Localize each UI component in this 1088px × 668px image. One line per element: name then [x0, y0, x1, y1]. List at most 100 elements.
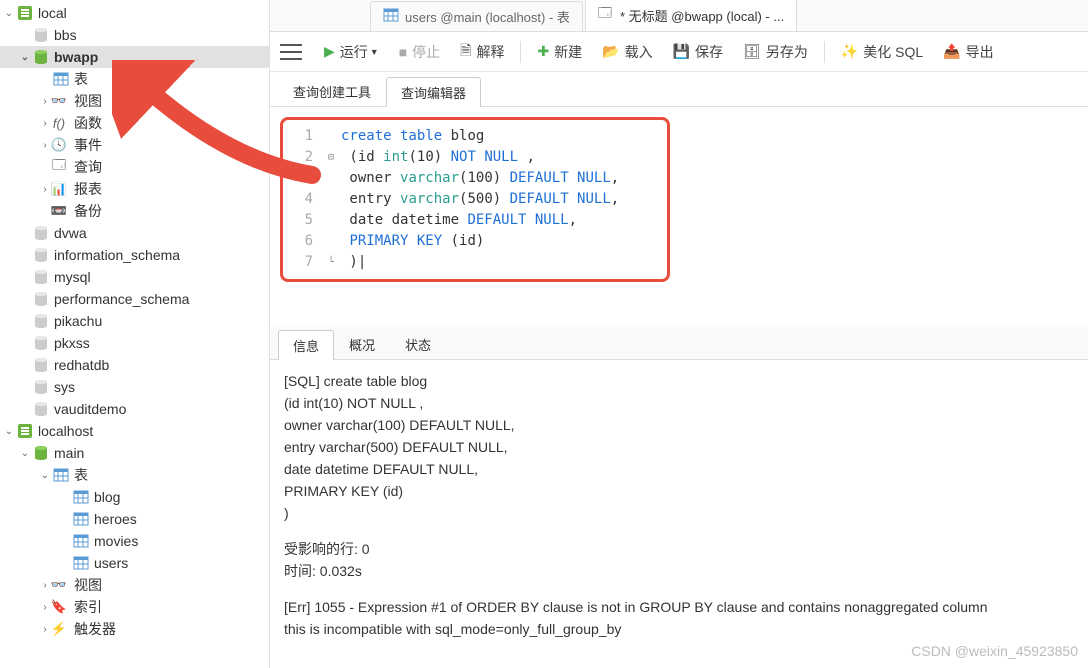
line-number: 2: [289, 147, 313, 168]
expand-caret-icon[interactable]: ›: [38, 96, 52, 107]
expand-caret-icon[interactable]: ›: [38, 580, 52, 591]
tree-item-tables-bwapp[interactable]: 表: [0, 68, 269, 90]
tree-item-db-bwapp[interactable]: ⌄bwapp: [0, 46, 269, 68]
saveas-button[interactable]: 🗄另存为: [735, 38, 816, 66]
code-line[interactable]: 1create table blog: [289, 126, 661, 147]
code-line[interactable]: 4 entry varchar(500) DEFAULT NULL,: [289, 189, 661, 210]
tree-item-backup-bwapp[interactable]: 📼备份: [0, 200, 269, 222]
tree-item-db-vauditdemo[interactable]: vauditdemo: [0, 398, 269, 420]
expand-caret-icon[interactable]: ⌄: [18, 448, 32, 459]
tab-status[interactable]: 状态: [390, 329, 446, 359]
tree-label: local: [38, 5, 67, 21]
fold-icon[interactable]: [325, 126, 337, 147]
play-icon: ▶: [324, 43, 335, 60]
run-button[interactable]: ▶运行 ▼: [316, 38, 387, 66]
saveas-icon: 🗄: [743, 43, 761, 60]
tree-item-db-bbs[interactable]: bbs: [0, 24, 269, 46]
hamburger-icon[interactable]: [280, 44, 302, 60]
tree-item-table-movies[interactable]: movies: [0, 530, 269, 552]
tab-summary[interactable]: 概况: [334, 329, 390, 359]
table-icon: [73, 489, 89, 505]
line-number: 1: [289, 126, 313, 147]
fold-icon[interactable]: [325, 210, 337, 231]
tree-item-db-pkxss[interactable]: pkxss: [0, 332, 269, 354]
tree-item-db-performance_schema[interactable]: performance_schema: [0, 288, 269, 310]
expand-caret-icon[interactable]: ›: [38, 140, 52, 151]
database-icon: [33, 401, 49, 417]
table-icon: [73, 555, 89, 571]
tree-item-queries-bwapp[interactable]: 🗔查询: [0, 156, 269, 178]
tree-item-tables-main[interactable]: ⌄表: [0, 464, 269, 486]
tab-query-editor[interactable]: 查询编辑器: [386, 77, 481, 107]
expand-caret-icon[interactable]: ⌄: [2, 426, 16, 437]
expand-caret-icon[interactable]: ⌄: [18, 52, 32, 63]
tree-item-reports-bwapp[interactable]: ›📊报表: [0, 178, 269, 200]
fold-icon[interactable]: [325, 231, 337, 252]
database-icon: [33, 225, 49, 241]
tree-item-conn-local[interactable]: ⌄ local: [0, 2, 269, 24]
tree-item-db-information_schema[interactable]: information_schema: [0, 244, 269, 266]
tree-item-db-sys[interactable]: sys: [0, 376, 269, 398]
tree-label: 表: [74, 465, 88, 485]
code-line[interactable]: 2⊟ (id int(10) NOT NULL ,: [289, 147, 661, 168]
code-line[interactable]: 7└ )|: [289, 252, 661, 273]
sql-editor[interactable]: 1create table blog2⊟ (id int(10) NOT NUL…: [270, 107, 1088, 327]
plus-icon: ✚: [537, 43, 549, 60]
tree-label: localhost: [38, 423, 93, 439]
tree-label: 表: [74, 69, 88, 89]
query-tab-icon: 🗔: [598, 5, 612, 20]
save-button[interactable]: 💾保存: [665, 38, 731, 66]
table-icon: [383, 7, 399, 23]
export-button[interactable]: 📤导出: [935, 38, 1001, 66]
code-line[interactable]: 3 owner varchar(100) DEFAULT NULL,: [289, 168, 661, 189]
tree-item-events-bwapp[interactable]: ›🕓事件: [0, 134, 269, 156]
expand-caret-icon[interactable]: ›: [38, 118, 52, 129]
tree-item-views-main[interactable]: ›👓视图: [0, 574, 269, 596]
tree-item-conn-localhost[interactable]: ⌄ localhost: [0, 420, 269, 442]
table-icon: [73, 533, 89, 549]
tree-label: users: [94, 555, 128, 571]
explain-button[interactable]: 🗎解释: [452, 36, 512, 68]
fold-icon[interactable]: [325, 168, 337, 189]
tree-item-db-mysql[interactable]: mysql: [0, 266, 269, 288]
tree-item-views-bwapp[interactable]: ›👓视图: [0, 90, 269, 112]
table-icon: [53, 467, 69, 483]
tree-item-table-blog[interactable]: blog: [0, 486, 269, 508]
code-line[interactable]: 6 PRIMARY KEY (id): [289, 231, 661, 252]
tree-item-triggers-main[interactable]: ›⚡触发器: [0, 618, 269, 640]
tree-item-indexes-main[interactable]: ›🔖索引: [0, 596, 269, 618]
tab-query-builder[interactable]: 查询创建工具: [278, 76, 386, 106]
expand-caret-icon[interactable]: ⌄: [2, 8, 16, 19]
expand-caret-icon[interactable]: ⌄: [38, 470, 52, 481]
stop-button[interactable]: ■停止: [391, 38, 448, 66]
expand-caret-icon[interactable]: ›: [38, 602, 52, 613]
tree-item-db-redhatdb[interactable]: redhatdb: [0, 354, 269, 376]
wand-icon: ✨: [841, 43, 858, 60]
tab-info[interactable]: 信息: [278, 330, 334, 360]
beautify-button[interactable]: ✨美化 SQL: [833, 38, 931, 66]
tree-label: 触发器: [74, 619, 116, 639]
tree-item-table-heroes[interactable]: heroes: [0, 508, 269, 530]
tree-item-functions-bwapp[interactable]: ›f()函数: [0, 112, 269, 134]
tree-item-table-users[interactable]: users: [0, 552, 269, 574]
backup-icon: 📼: [51, 202, 67, 220]
fold-icon[interactable]: ⊟: [325, 147, 337, 168]
tree-label: main: [54, 445, 84, 461]
load-button[interactable]: 📂载入: [594, 38, 660, 66]
tree-item-db-dvwa[interactable]: dvwa: [0, 222, 269, 244]
tree-label: performance_schema: [54, 291, 189, 307]
expand-caret-icon[interactable]: ›: [38, 624, 52, 635]
fold-icon[interactable]: [325, 189, 337, 210]
function-icon: f(): [52, 114, 66, 132]
result-tabs: 信息 概况 状态: [270, 327, 1088, 360]
object-tab[interactable]: users @main (localhost) - 表: [370, 1, 583, 31]
code-line[interactable]: 5 date datetime DEFAULT NULL,: [289, 210, 661, 231]
tree-label: heroes: [94, 511, 137, 527]
new-button[interactable]: ✚新建: [529, 38, 590, 66]
tree-item-db-pikachu[interactable]: pikachu: [0, 310, 269, 332]
object-tab[interactable]: 🗔* 无标题 @bwapp (local) - ...: [585, 0, 797, 31]
tree-label: mysql: [54, 269, 91, 285]
tree-item-db-main[interactable]: ⌄ main: [0, 442, 269, 464]
expand-caret-icon[interactable]: ›: [38, 184, 52, 195]
fold-icon[interactable]: └: [325, 252, 337, 273]
